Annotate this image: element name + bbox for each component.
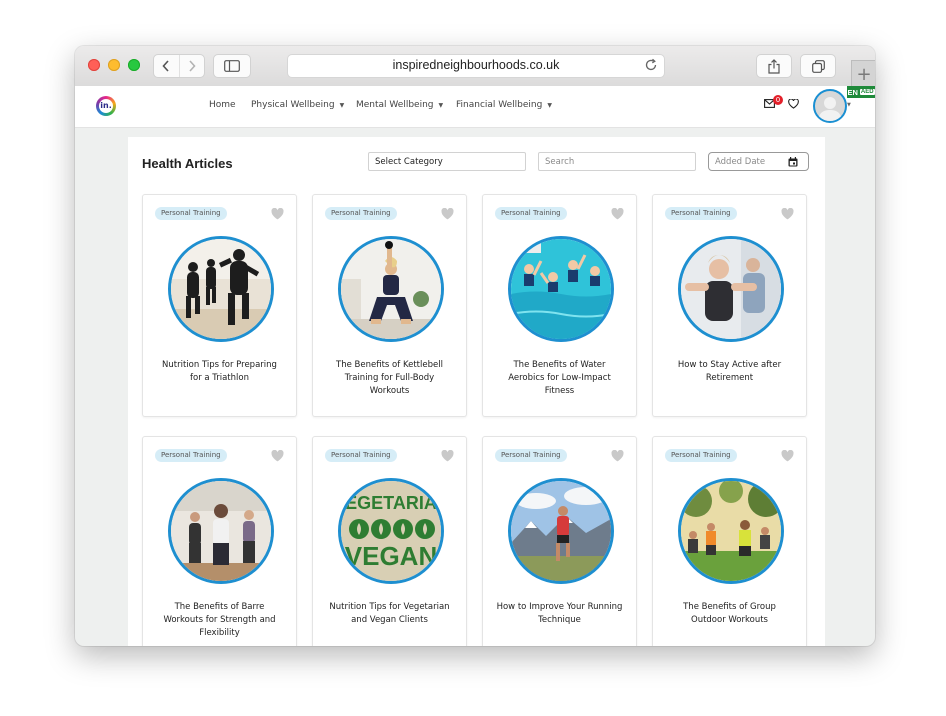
sidebar-icon (224, 60, 240, 72)
water-aerobics-image (511, 239, 611, 339)
reload-icon[interactable] (644, 58, 658, 72)
category-tag[interactable]: Personal Training (665, 207, 737, 220)
page-title: Health Articles (142, 156, 233, 171)
forward-button[interactable] (178, 55, 205, 77)
site-logo[interactable]: in. (96, 96, 116, 116)
article-thumbnail[interactable] (338, 236, 444, 342)
tabs-icon (811, 59, 825, 73)
article-card[interactable]: Personal Training The Benefits of Water … (482, 194, 637, 417)
calendar-icon[interactable] (788, 157, 798, 167)
category-tag[interactable]: Personal Training (325, 207, 397, 220)
article-title[interactable]: Nutrition Tips for Preparing for a Triat… (155, 359, 284, 385)
share-button[interactable] (756, 54, 792, 78)
article-title[interactable]: The Benefits of Barre Workouts for Stren… (155, 601, 284, 640)
favorites-heart-icon[interactable] (788, 99, 799, 109)
language-badge[interactable]: EN AED (847, 86, 875, 98)
articles-panel: Health Articles Select Category Search A… (128, 137, 825, 646)
active-seniors-image (681, 239, 781, 339)
language-code: EN (847, 87, 858, 97)
heart-icon[interactable] (611, 450, 624, 462)
caret-down-icon: ▼ (339, 101, 345, 109)
nav-mental-label: Mental Wellbeing (356, 100, 434, 110)
browser-titlebar: inspiredneighbourhoods.co.uk + (75, 46, 875, 87)
zoom-window-button[interactable] (128, 59, 140, 71)
category-tag[interactable]: Personal Training (155, 449, 227, 462)
mountain-runner-image (511, 481, 611, 581)
share-icon (768, 58, 780, 74)
category-select[interactable]: Select Category (368, 152, 526, 171)
heart-icon[interactable] (441, 450, 454, 462)
thumb-text-top: EGETARIA (345, 493, 437, 513)
category-tag[interactable]: Personal Training (665, 449, 737, 462)
category-tag[interactable]: Personal Training (495, 449, 567, 462)
close-window-button[interactable] (88, 59, 100, 71)
heart-icon[interactable] (271, 450, 284, 462)
article-title[interactable]: Nutrition Tips for Vegetarian and Vegan … (325, 601, 454, 627)
article-card[interactable]: Personal Training Nutrition Tips for Pre… (142, 194, 297, 417)
date-filter-input[interactable]: Added Date (708, 152, 809, 171)
thumb-text-bottom: VEGAN (345, 541, 437, 571)
date-placeholder: Added Date (715, 157, 766, 167)
mail-count-badge: 0 (773, 95, 783, 105)
new-tab-button[interactable]: + (851, 60, 875, 87)
article-card[interactable]: Personal Training The Benefits of Barre … (142, 436, 297, 646)
caret-down-icon: ▼ (438, 101, 444, 109)
article-title[interactable]: How to Improve Your Running Technique (495, 601, 624, 627)
nav-home[interactable]: Home (209, 100, 236, 110)
category-tag[interactable]: Personal Training (325, 449, 397, 462)
heart-icon[interactable] (781, 450, 794, 462)
article-title[interactable]: The Benefits of Kettlebell Training for … (325, 359, 454, 398)
article-card[interactable]: Personal Training How to Stay Active aft… (652, 194, 807, 417)
url-text: inspiredneighbourhoods.co.uk (392, 58, 560, 72)
back-button[interactable] (154, 55, 179, 77)
article-card[interactable]: Personal Training How to Improve Your Ru… (482, 436, 637, 646)
address-bar[interactable]: inspiredneighbourhoods.co.uk (287, 54, 665, 78)
site-header: in. Home Physical Wellbeing ▼ Mental Well… (75, 86, 875, 128)
vegan-sign-image: EGETARIA VEGAN (341, 481, 441, 581)
nav-mental-wellbeing[interactable]: Mental Wellbeing ▼ (356, 100, 443, 110)
article-thumbnail[interactable]: EGETARIA VEGAN (338, 478, 444, 584)
tabs-overview-button[interactable] (800, 54, 836, 78)
article-card[interactable]: Personal Training The Benefits of Group … (652, 436, 807, 646)
article-title[interactable]: The Benefits of Group Outdoor Workouts (665, 601, 794, 627)
browser-window: inspiredneighbourhoods.co.uk + in. Home … (75, 46, 875, 646)
chevron-left-icon (162, 60, 169, 72)
user-icon (818, 97, 842, 121)
avatar-caret-icon[interactable]: ▼ (847, 102, 851, 108)
barre-workout-image (171, 481, 271, 581)
category-tag[interactable]: Personal Training (495, 207, 567, 220)
sidebar-toggle-button[interactable] (213, 54, 251, 78)
article-title[interactable]: The Benefits of Water Aerobics for Low-I… (495, 359, 624, 398)
nav-physical-wellbeing[interactable]: Physical Wellbeing ▼ (251, 100, 344, 110)
search-input[interactable]: Search (538, 152, 696, 171)
heart-icon[interactable] (441, 208, 454, 220)
language-flag: AED (859, 89, 875, 95)
article-title[interactable]: How to Stay Active after Retirement (665, 359, 794, 385)
heart-icon[interactable] (271, 208, 284, 220)
user-avatar[interactable] (813, 89, 847, 123)
nav-financial-wellbeing[interactable]: Financial Wellbeing ▼ (456, 100, 552, 110)
history-buttons (153, 54, 205, 78)
article-thumbnail[interactable] (168, 236, 274, 342)
nav-financial-label: Financial Wellbeing (456, 100, 543, 110)
article-thumbnail[interactable] (508, 478, 614, 584)
article-thumbnail[interactable] (508, 236, 614, 342)
article-thumbnail[interactable] (168, 478, 274, 584)
outdoor-group-workout-image (681, 481, 781, 581)
article-card[interactable]: Personal Training The Benefits of Kettle… (312, 194, 467, 417)
minimize-window-button[interactable] (108, 59, 120, 71)
nav-physical-label: Physical Wellbeing (251, 100, 335, 110)
heart-icon[interactable] (611, 208, 624, 220)
logo-text: in. (99, 99, 113, 113)
chevron-right-icon (189, 60, 196, 72)
category-tag[interactable]: Personal Training (155, 207, 227, 220)
caret-down-icon: ▼ (547, 101, 552, 109)
heart-icon[interactable] (781, 208, 794, 220)
article-thumbnail[interactable] (678, 236, 784, 342)
triathlon-runners-image (171, 239, 271, 339)
article-card[interactable]: Personal Training EGETARIA VEGAN Nutriti… (312, 436, 467, 646)
kettlebell-squat-image (341, 239, 441, 339)
article-thumbnail[interactable] (678, 478, 784, 584)
nav-home-label: Home (209, 100, 236, 110)
